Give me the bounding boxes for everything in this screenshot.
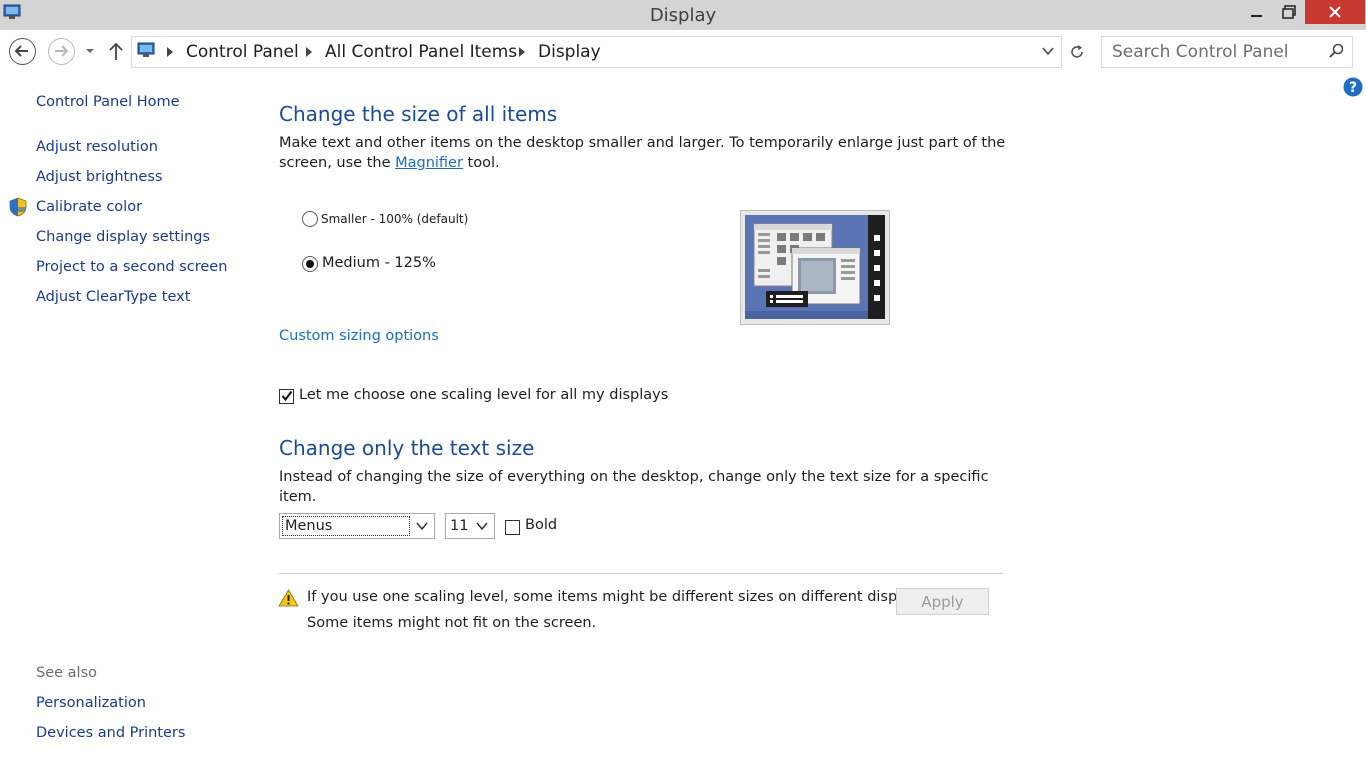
divider [279, 573, 1003, 574]
breadcrumb-chevron-icon[interactable] [518, 47, 526, 57]
font-size-select-value: 11 [450, 518, 469, 534]
up-arrow-icon[interactable] [108, 41, 124, 61]
chevron-down-icon[interactable] [1042, 46, 1054, 56]
text-size-heading: Change only the text size [279, 436, 535, 460]
window-title: Display [649, 5, 717, 26]
chevron-down-icon [416, 522, 428, 530]
svg-text:?: ? [1349, 80, 1357, 96]
breadcrumb-control-panel[interactable]: Control Panel [186, 42, 299, 62]
breadcrumb-chevron-icon[interactable] [305, 47, 313, 57]
breadcrumb-chevron-icon[interactable] [166, 47, 174, 57]
radio-medium-label[interactable]: Medium - 125% [322, 255, 436, 271]
calibrate-color-link[interactable]: Calibrate color [36, 199, 142, 215]
title-bar: Display [0, 0, 1366, 30]
preview-graphic [741, 211, 889, 324]
scaling-preview-image [740, 210, 890, 325]
chevron-down-icon [476, 522, 488, 530]
one-scaling-checkbox-label[interactable]: Let me choose one scaling level for all … [299, 387, 668, 403]
recent-locations-icon[interactable] [85, 46, 95, 56]
control-panel-home-link[interactable]: Control Panel Home [36, 94, 180, 110]
arrow-right-icon [55, 45, 69, 57]
uac-shield-icon [9, 197, 27, 217]
size-description: Make text and other items on the desktop… [279, 133, 1019, 173]
devices-printers-link[interactable]: Devices and Printers [36, 725, 185, 741]
radio-smaller-label[interactable]: Smaller - 100% (default) [321, 212, 468, 226]
close-icon [1329, 6, 1341, 18]
text-size-description: Instead of changing the size of everythi… [279, 469, 989, 505]
minimize-icon [1251, 15, 1262, 17]
radio-smaller[interactable] [302, 211, 318, 227]
restore-button[interactable] [1272, 0, 1306, 24]
magnifier-link[interactable]: Magnifier [395, 155, 463, 171]
refresh-icon [1071, 45, 1083, 58]
search-placeholder: Search Control Panel [1112, 42, 1289, 62]
warning-icon [278, 589, 299, 607]
forward-button[interactable] [48, 38, 75, 65]
project-second-screen-link[interactable]: Project to a second screen [36, 259, 227, 275]
left-pane: Control Panel Home Adjust resolution Adj… [0, 80, 250, 768]
restore-icon [1282, 5, 1296, 19]
close-button[interactable] [1305, 0, 1365, 24]
help-icon[interactable]: ? [1343, 77, 1363, 97]
bold-checkbox[interactable] [505, 520, 520, 535]
search-icon[interactable] [1328, 43, 1344, 59]
breadcrumb-display[interactable]: Display [538, 42, 601, 62]
adjust-resolution-link[interactable]: Adjust resolution [36, 139, 158, 155]
custom-sizing-link[interactable]: Custom sizing options [279, 328, 439, 344]
refresh-button[interactable] [1063, 36, 1091, 68]
warning-text-line1: If you use one scaling level, some items… [307, 589, 931, 605]
control-panel-icon [137, 42, 155, 57]
back-button[interactable] [9, 38, 36, 65]
one-scaling-checkbox[interactable] [279, 389, 294, 404]
arrow-left-icon [14, 45, 28, 57]
navigation-bar: Control Panel All Control Panel Items Di… [0, 32, 1366, 72]
size-heading: Change the size of all items [279, 102, 558, 126]
adjust-brightness-link[interactable]: Adjust brightness [36, 169, 162, 185]
size-description-text-2: tool. [462, 155, 500, 171]
search-input[interactable]: Search Control Panel [1101, 36, 1353, 68]
address-bar[interactable]: Control Panel All Control Panel Items Di… [131, 36, 1062, 68]
checkmark-icon [281, 390, 293, 402]
size-description-text-1: Make text and other items on the desktop… [279, 135, 1006, 171]
adjust-cleartype-link[interactable]: Adjust ClearType text [36, 289, 190, 305]
warning-text-line2: Some items might not fit on the screen. [307, 615, 597, 631]
personalization-link[interactable]: Personalization [36, 695, 146, 711]
radio-medium[interactable] [302, 256, 318, 272]
see-also-heading: See also [36, 665, 97, 681]
item-select-value: Menus [282, 516, 410, 536]
minimize-button[interactable] [1240, 0, 1274, 24]
bold-checkbox-label[interactable]: Bold [525, 517, 557, 533]
breadcrumb-all-items[interactable]: All Control Panel Items [325, 42, 517, 62]
apply-button[interactable]: Apply [896, 588, 989, 615]
change-display-settings-link[interactable]: Change display settings [36, 229, 210, 245]
font-size-select[interactable]: 11 [445, 513, 495, 539]
item-select[interactable]: Menus [279, 513, 435, 539]
